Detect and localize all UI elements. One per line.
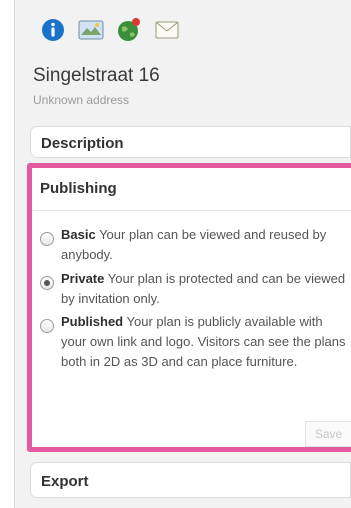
private-description: Your plan is protected and can be viewed… <box>61 271 346 306</box>
envelope-icon[interactable] <box>154 17 180 43</box>
published-label: Published <box>61 314 124 329</box>
toolbar <box>14 10 344 50</box>
description-title: Description <box>41 135 124 152</box>
private-radio[interactable] <box>40 276 54 290</box>
basic-description: Your plan can be viewed and reused by an… <box>61 227 327 262</box>
address-title: Singelstraat 16 <box>33 65 160 86</box>
export-title: Export <box>41 473 89 490</box>
private-label: Private <box>61 271 105 286</box>
info-icon[interactable] <box>40 17 66 43</box>
map-image-icon[interactable] <box>78 17 104 43</box>
address-header: Singelstraat 16 Unknown address <box>28 52 351 122</box>
option-basic[interactable]: Basic Your plan can be viewed and reused… <box>40 225 348 265</box>
published-radio[interactable] <box>40 319 54 333</box>
option-private[interactable]: Private Your plan is protected and can b… <box>40 269 348 309</box>
basic-radio[interactable] <box>40 232 54 246</box>
option-published[interactable]: Published Your plan is publicly availabl… <box>40 312 348 372</box>
export-section[interactable]: Export <box>30 462 351 498</box>
save-button[interactable]: Save <box>305 421 351 447</box>
publishing-section: Publishing Basic Your plan can be viewed… <box>27 163 351 452</box>
publishing-title: Publishing <box>40 180 117 197</box>
globe-pin-icon[interactable] <box>116 17 142 43</box>
divider <box>32 210 351 211</box>
basic-label: Basic <box>61 227 96 242</box>
address-subtitle: Unknown address <box>33 93 130 107</box>
description-section[interactable]: Description <box>30 126 351 158</box>
